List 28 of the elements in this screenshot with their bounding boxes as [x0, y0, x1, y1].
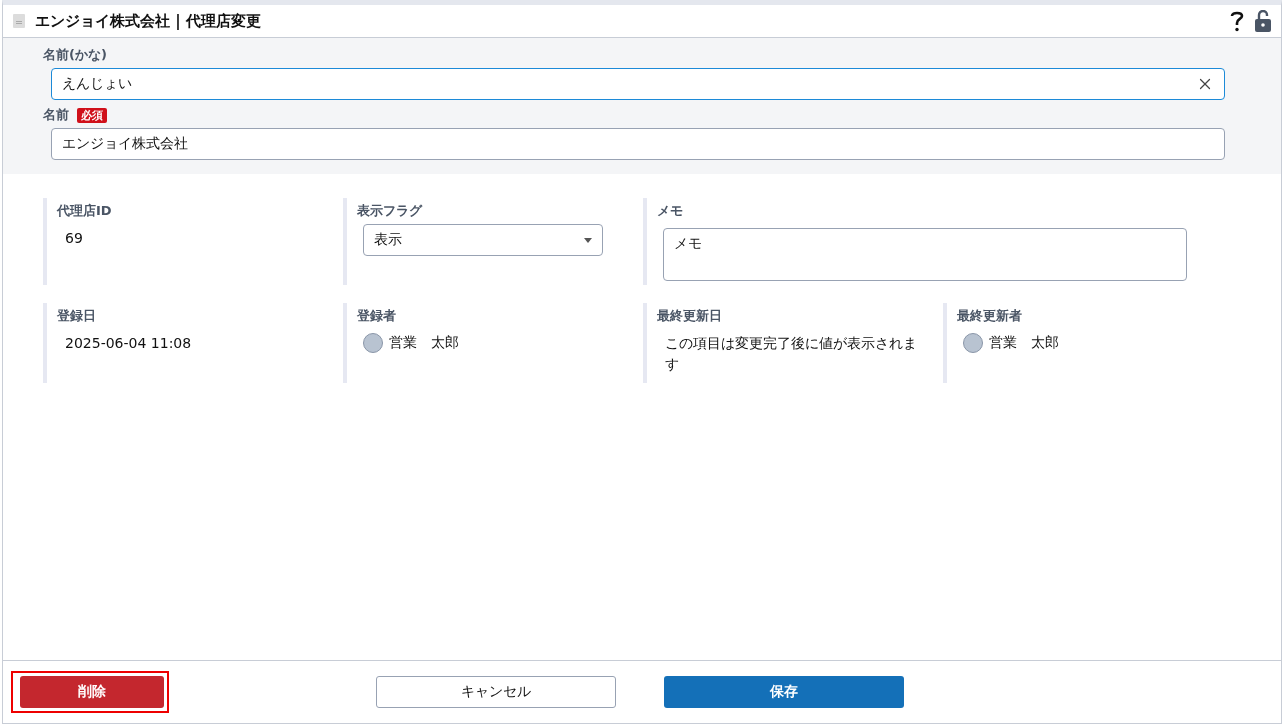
- memo-field[interactable]: メモ: [663, 228, 1187, 281]
- field-value: この項目は変更完了後に値が表示されます: [664, 334, 918, 374]
- save-button[interactable]: 保存: [664, 676, 904, 708]
- text-field[interactable]: えんじょい: [51, 68, 1225, 100]
- field-label: 表示フラグ: [357, 202, 422, 220]
- required-badge: 必須: [77, 107, 107, 123]
- avatar-icon: [963, 333, 983, 353]
- field-label: 登録日: [57, 307, 96, 325]
- lock-icon[interactable]: [1255, 10, 1271, 32]
- window-title: エンジョイ株式会社 | 代理店変更: [35, 11, 262, 31]
- select-field[interactable]: 表示: [363, 224, 603, 256]
- field-label: 代理店ID: [57, 202, 112, 220]
- user-name: 営業 太郎: [389, 334, 459, 352]
- field-value: 2025-06-04 11:08: [64, 334, 193, 353]
- field-label: メモ: [657, 202, 683, 220]
- delete-button[interactable]: 削除: [20, 676, 164, 708]
- help-icon[interactable]: [1229, 10, 1245, 32]
- field-label: 最終更新者: [957, 307, 1022, 325]
- field-label: 登録者: [357, 307, 396, 325]
- field-label: 最終更新日: [657, 307, 722, 325]
- user-name: 営業 太郎: [989, 334, 1059, 352]
- avatar-icon: [363, 333, 383, 353]
- text-field[interactable]: エンジョイ株式会社: [51, 128, 1225, 160]
- document-icon: [13, 14, 25, 28]
- cancel-button[interactable]: キャンセル: [376, 676, 616, 708]
- field-value: 69: [64, 229, 84, 248]
- field-label: 名前: [43, 106, 69, 124]
- field-label: 名前(かな): [43, 46, 107, 64]
